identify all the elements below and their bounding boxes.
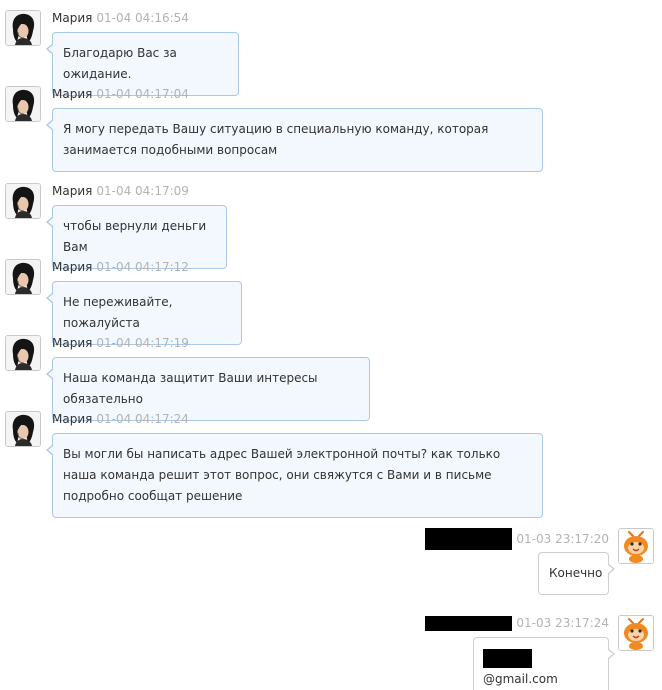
timestamp: 01-03 23:17:24: [516, 616, 609, 630]
redacted-name: [425, 616, 513, 631]
agent-avatar: [5, 335, 41, 371]
message-header: Мария 01-04 04:17:12: [52, 259, 189, 275]
timestamp: 01-03 23:17:20: [516, 531, 609, 546]
timestamp: 01-04 04:17:19: [96, 336, 189, 350]
message-text: @gmail.com: [483, 672, 558, 686]
agent-avatar: [5, 10, 41, 46]
sender-name: Мария: [52, 87, 93, 101]
chat-transcript: Мария 01-04 04:16:54 Благодарю Вас за ожи…: [0, 0, 662, 690]
message-user: 01-03 23:17:20 Конечно: [0, 528, 662, 598]
agent-avatar: [5, 183, 41, 219]
message-header: 01-03 23:17:20: [425, 528, 609, 550]
message-header: Мария 01-04 04:17:04: [52, 86, 189, 102]
message-text: Конечно: [549, 566, 603, 580]
agent-avatar: [5, 411, 41, 447]
message-header: 01-03 23:17:24: [425, 615, 609, 631]
timestamp: 01-04 04:17:04: [96, 87, 189, 101]
message-text: Не переживайте, пожалуйста: [63, 295, 173, 330]
sender-name: Мария: [52, 260, 93, 274]
message-bubble: Конечно: [538, 552, 615, 595]
message-user: 01-03 23:17:24 @gmail.com: [0, 615, 662, 690]
message-header: Мария 01-04 04:17:09: [52, 183, 189, 199]
message-header: Мария 01-04 04:17:19: [52, 335, 189, 351]
message-text: Вы могли бы написать адрес Вашей электро…: [63, 447, 501, 503]
sender-name: Мария: [52, 11, 93, 25]
agent-avatar: [5, 86, 41, 122]
agent-avatar: [5, 259, 41, 295]
message-bubble: Вы могли бы написать адрес Вашей электро…: [46, 433, 543, 518]
sender-name: Мария: [52, 412, 93, 426]
message-text: Наша команда защитит Ваши интересы обяза…: [63, 371, 318, 406]
sender-name: Мария: [52, 184, 93, 198]
message-bubble: @gmail.com: [473, 637, 615, 690]
redacted-email-local-part: [483, 649, 532, 668]
redacted-name: [425, 528, 513, 550]
message-text: чтобы вернули деньги Вам: [63, 219, 207, 254]
message-header: Мария 01-04 04:16:54: [52, 10, 189, 26]
sender-name: Мария: [52, 336, 93, 350]
user-avatar: [618, 615, 654, 651]
timestamp: 01-04 04:17:24: [96, 412, 189, 426]
timestamp: 01-04 04:16:54: [96, 11, 189, 25]
message-header: Мария 01-04 04:17:24: [52, 411, 189, 427]
message-text: Благодарю Вас за ожидание.: [63, 46, 177, 81]
timestamp: 01-04 04:17:09: [96, 184, 189, 198]
user-avatar: [618, 528, 654, 564]
message-text: Я могу передать Вашу ситуацию в специаль…: [63, 122, 489, 157]
timestamp: 01-04 04:17:12: [96, 260, 189, 274]
message-bubble: Я могу передать Вашу ситуацию в специаль…: [46, 108, 543, 172]
